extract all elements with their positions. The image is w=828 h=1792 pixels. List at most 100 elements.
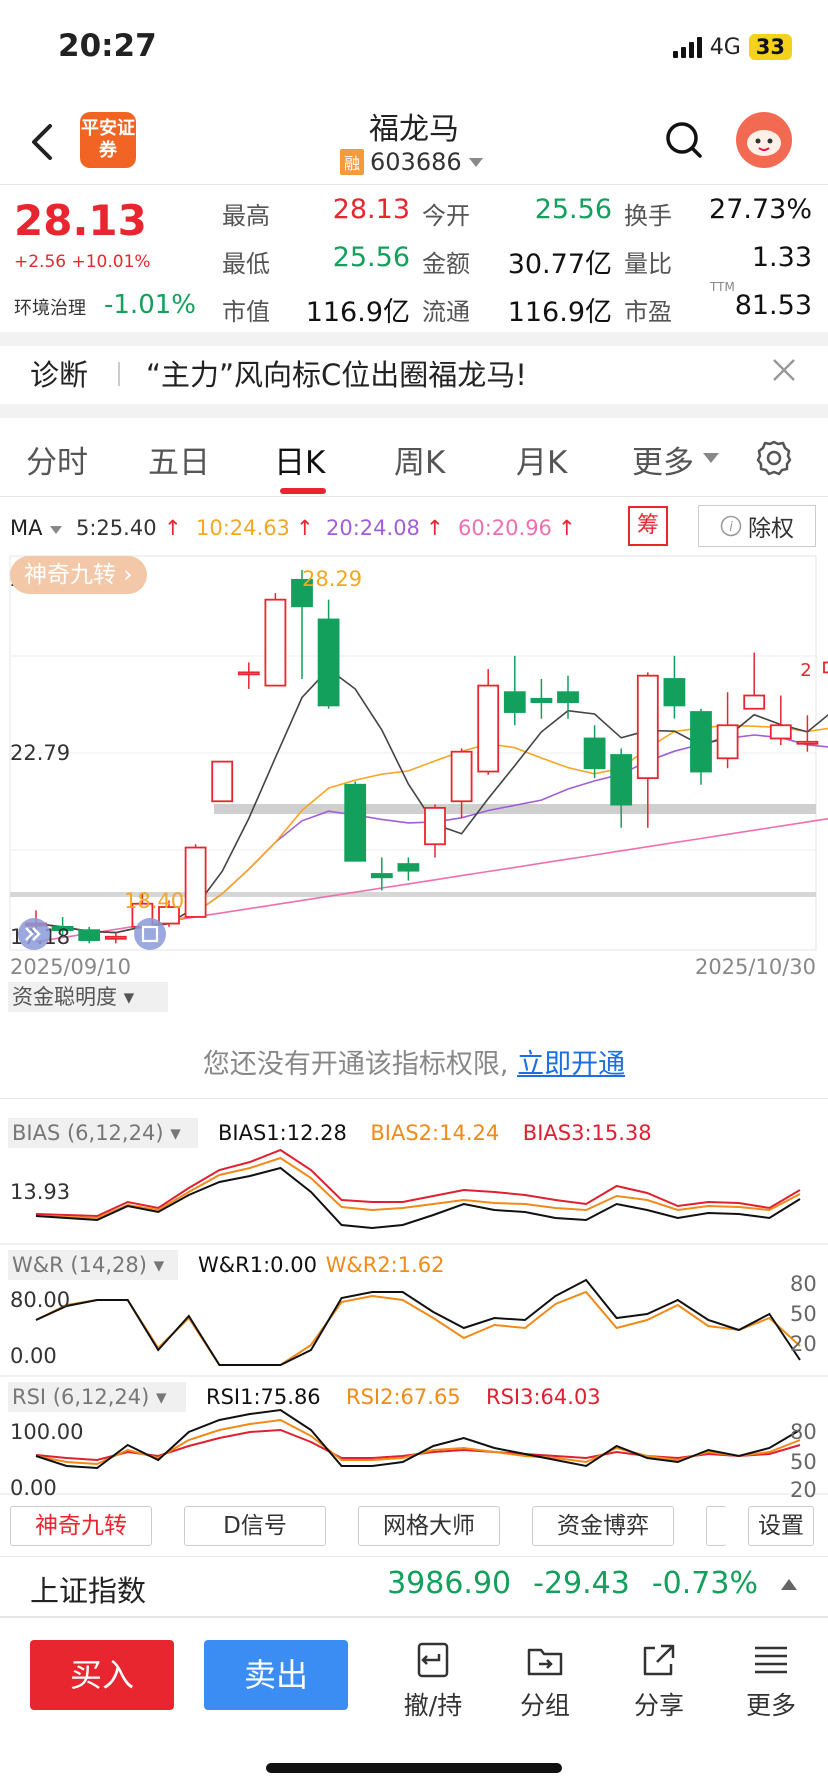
tool-button-1[interactable]: D信号 — [184, 1506, 326, 1546]
up-arrow-icon: ↑ — [426, 516, 444, 540]
fullscreen-icon[interactable] — [134, 918, 166, 950]
close-icon[interactable] — [770, 356, 798, 384]
sector-name[interactable]: 环境治理 — [14, 294, 86, 320]
tab-3[interactable]: 周K — [394, 437, 445, 482]
candle — [690, 708, 712, 785]
start-date: 2025/09/10 — [10, 955, 131, 978]
tool-button-2[interactable]: 网格大师 — [358, 1506, 500, 1546]
wr-value-1: W&R2:1.62 — [325, 1253, 445, 1277]
up-arrow-icon: ↑ — [558, 516, 576, 540]
search-icon[interactable] — [664, 120, 704, 160]
permission-message: 您还没有开通该指标权限, 立即开通 — [202, 1049, 626, 1080]
candle — [264, 593, 287, 687]
nine-turn-mark: 2 — [800, 660, 811, 681]
quote-value: 1.33 — [751, 242, 812, 273]
wr1-line — [35, 1278, 801, 1366]
quote-value: 25.56 — [332, 242, 410, 273]
chevron-up-icon[interactable] — [780, 1577, 798, 1591]
wr-value-0: W&R1:0.00 — [198, 1253, 317, 1277]
ma-value-1: 10:24.63 — [196, 516, 290, 540]
end-date: 2025/10/30 — [695, 955, 816, 978]
svg-text:i: i — [729, 520, 733, 535]
menu-icon — [755, 1646, 787, 1674]
candle — [716, 692, 739, 769]
activate-link[interactable]: 立即开通 — [517, 1049, 625, 1080]
rsi-value-2: RSI3:64.03 — [486, 1385, 601, 1409]
bias-value-1: BIAS2:14.24 — [370, 1121, 500, 1145]
quote-value: 30.77亿 — [507, 249, 612, 280]
quote-label: 市值 — [222, 298, 270, 326]
low-price-label: 18.40 — [124, 889, 184, 913]
indicator-selector-rsi[interactable]: RSI (6,12,24) ▾ — [8, 1382, 186, 1412]
quote-label: 今开 — [422, 202, 470, 230]
quote-value: 116.9亿 — [507, 297, 612, 328]
quote-value: 81.53 — [734, 290, 812, 321]
quote-value: 116.9亿 — [305, 297, 410, 328]
bias-axis: 13.93 — [10, 1180, 71, 1204]
ma-selector[interactable]: MA — [10, 516, 63, 540]
tab-4[interactable]: 月K — [516, 437, 567, 482]
candle — [317, 599, 340, 709]
diagnosis-text[interactable]: “主力”风向标C位出圈福龙马! — [146, 352, 527, 394]
status-indicators: 4G 33 — [672, 34, 792, 60]
bias2-line — [35, 1156, 801, 1220]
diagnosis-label[interactable]: 诊断 — [30, 352, 88, 394]
candle — [184, 844, 207, 918]
rsi-axis-right: 50 — [790, 1450, 817, 1474]
price-axis-mid: 22.79 — [10, 741, 70, 765]
sector-change: -1.01% — [104, 290, 196, 320]
chip-button[interactable]: 筹 — [628, 506, 668, 546]
candle — [397, 857, 420, 881]
candle — [477, 669, 500, 775]
index-name[interactable]: 上证指数 — [30, 1568, 146, 1610]
quote-label: 金额 — [422, 250, 470, 278]
candle — [610, 748, 633, 828]
more-button[interactable]: 更多 — [726, 1640, 816, 1722]
indicator-selector-fund[interactable]: 资金聪明度 ▾ — [8, 982, 168, 1012]
candle — [530, 678, 553, 719]
margin-badge: 融 — [340, 149, 365, 175]
buy-button[interactable]: 买入 — [30, 1640, 174, 1710]
candle — [78, 926, 101, 944]
signal-icon — [672, 36, 702, 58]
index-change: -29.43 — [533, 1566, 630, 1601]
pe-ttm-superscript: TTM — [710, 280, 735, 294]
share-button[interactable]: 分享 — [614, 1640, 704, 1722]
tool-button-0[interactable]: 神奇九转 — [10, 1506, 152, 1546]
tool-button-3[interactable]: 资金博弈 — [532, 1506, 674, 1546]
magic-nine-turn-tag[interactable]: 神奇九转 › — [10, 556, 147, 594]
group-button[interactable]: 分组 — [500, 1640, 590, 1722]
indicator-selector-wr[interactable]: W&R (14,28) ▾ — [8, 1250, 178, 1280]
tab-0[interactable]: 分时 — [26, 437, 88, 482]
ma-value-3: 60:20.96 — [458, 516, 552, 540]
chevron-down-icon — [703, 453, 719, 463]
quote-value: 28.13 — [332, 194, 410, 225]
candle — [237, 662, 260, 689]
indicator-selector-bias[interactable]: BIAS (6,12,24) ▾ — [8, 1118, 198, 1148]
quote-label: 流通 — [422, 298, 470, 326]
network-type: 4G — [709, 34, 741, 60]
tab-2[interactable]: 日K — [274, 437, 325, 482]
expand-chart-icon[interactable] — [18, 918, 50, 950]
quote-label: 最高 — [222, 202, 270, 230]
wr-axis-right: 80 — [790, 1272, 817, 1296]
share-icon — [643, 1644, 675, 1676]
gear-icon[interactable] — [754, 438, 794, 478]
tab-1[interactable]: 五日 — [148, 437, 210, 482]
rsi-axis-right: 20 — [790, 1478, 817, 1502]
tab-5[interactable]: 更多 — [632, 437, 694, 482]
indicator-charts[interactable] — [0, 1100, 828, 1496]
rsi1-line — [35, 1408, 801, 1470]
tool-button-4[interactable]: 设置 — [748, 1506, 814, 1546]
avatar[interactable] — [736, 112, 792, 168]
cancel-hold-button[interactable]: 撤/持 — [388, 1640, 478, 1722]
tool-button-partial[interactable] — [706, 1506, 726, 1546]
kline-chart[interactable]: 28.2918.4022.7917.18222025/09/102025/10/… — [0, 554, 828, 978]
candle — [344, 781, 367, 862]
stock-code-selector[interactable]: 融 603686 — [340, 148, 484, 176]
ex-rights-button[interactable]: i 除权 — [698, 505, 816, 547]
up-arrow-icon: ↑ — [296, 516, 314, 540]
info-icon: i — [720, 515, 742, 537]
rsi-axis-bottom: 0.00 — [10, 1476, 57, 1500]
sell-button[interactable]: 卖出 — [204, 1640, 348, 1710]
